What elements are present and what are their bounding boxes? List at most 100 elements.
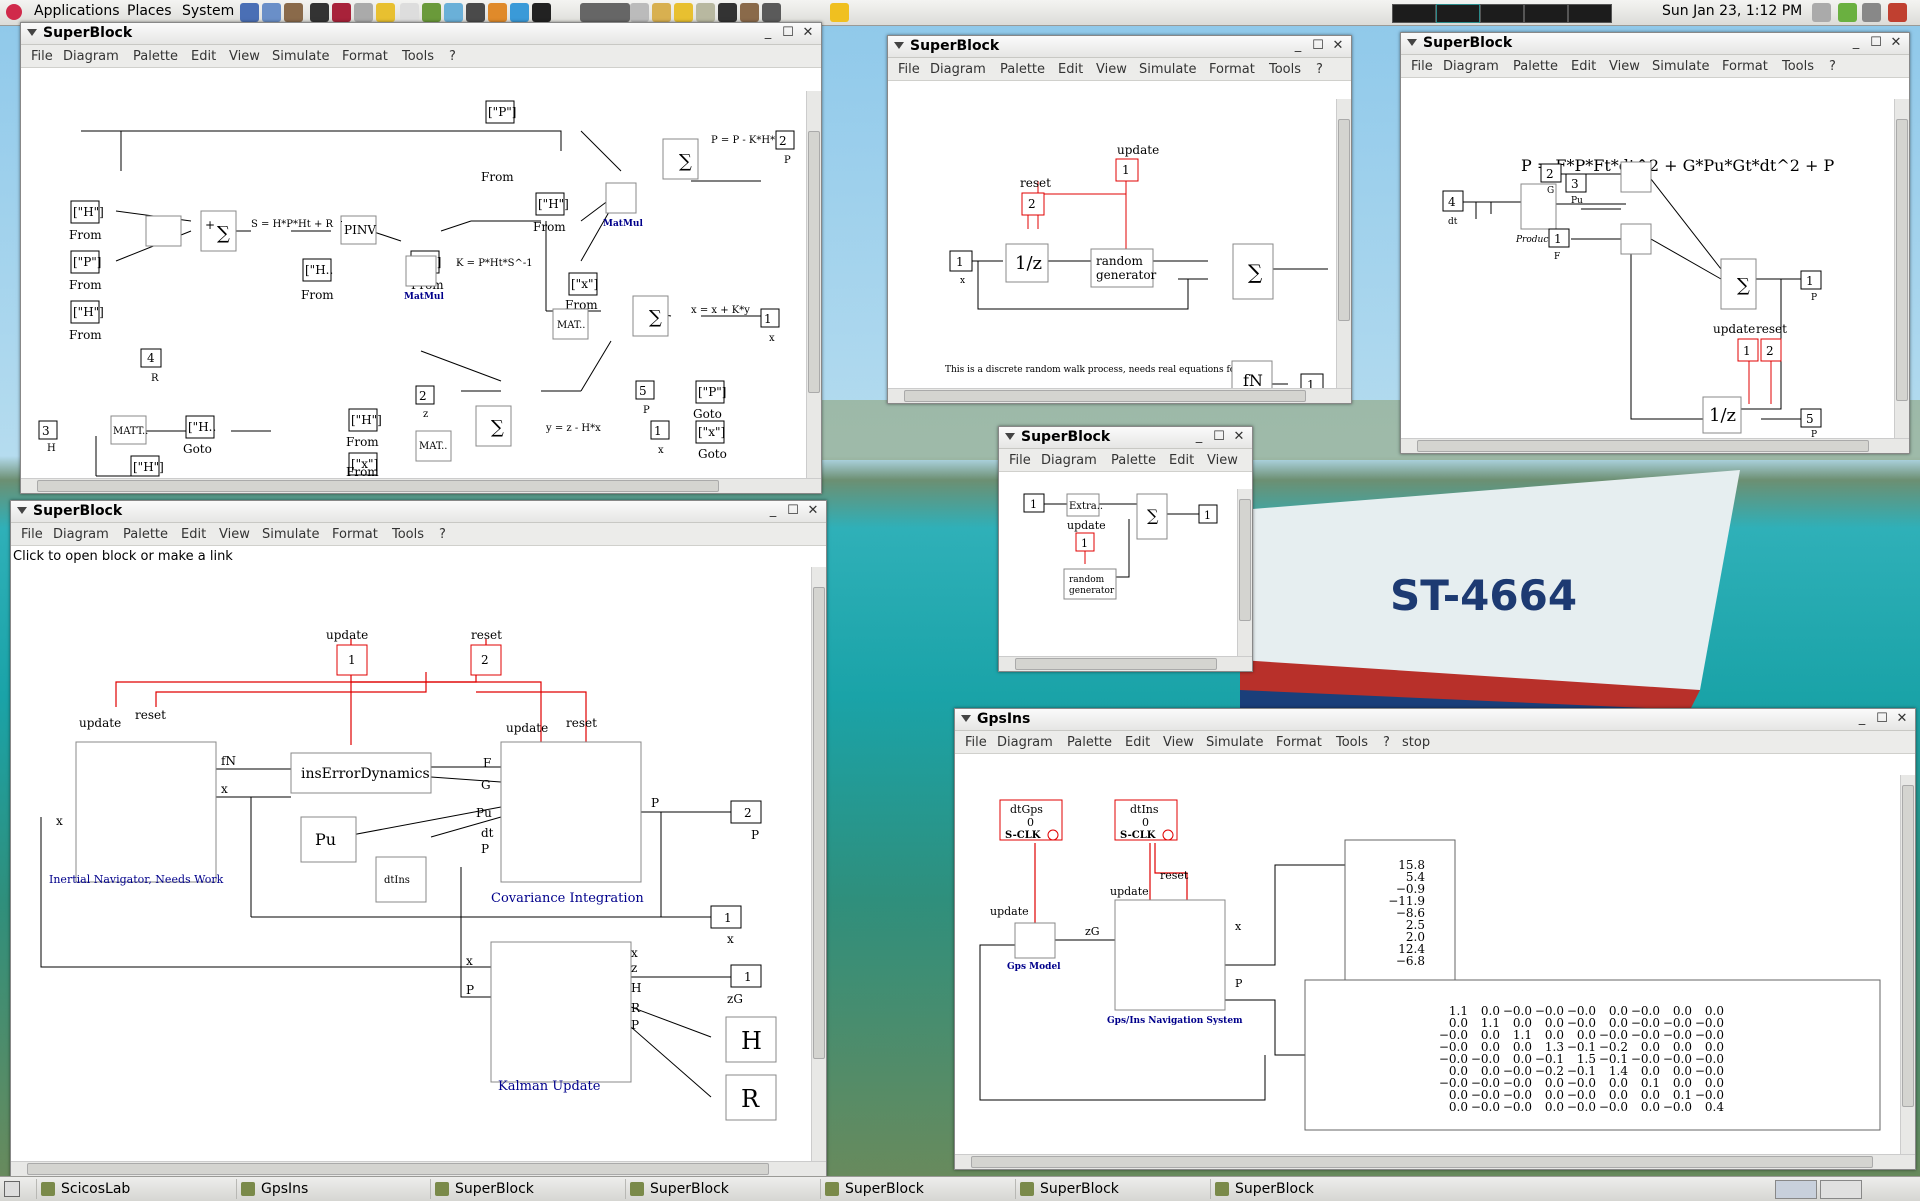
horizontal-scrollbar[interactable]	[999, 656, 1252, 671]
window-titlebar[interactable]: SuperBlock _ ☐ ✕	[1401, 33, 1909, 55]
close-icon[interactable]: ✕	[1232, 430, 1246, 444]
h-block[interactable]: H	[741, 1027, 762, 1055]
taskbar-item-superblock[interactable]: SuperBlock	[625, 1179, 830, 1199]
diagram-canvas[interactable]: 1 Extra.. ∑ 1 update 1 random generator	[999, 489, 1236, 657]
menu-edit[interactable]: Edit	[1169, 453, 1194, 468]
menu-tools[interactable]: Tools	[392, 527, 424, 542]
window-titlebar[interactable]: SuperBlock _ ☐ ✕	[999, 427, 1252, 449]
menu-edit[interactable]: Edit	[1571, 59, 1596, 74]
menu-tools[interactable]: Tools	[1336, 735, 1368, 750]
workspace-switcher[interactable]	[1820, 1180, 1862, 1199]
diagram-canvas[interactable]: update 1 reset 2 update reset Inertial N…	[11, 567, 811, 1161]
menu-palette[interactable]: Palette	[123, 527, 168, 542]
diagram-canvas[interactable]: ["H"] From ["P"] From ["H"] From + ∑ S =…	[21, 91, 805, 479]
g-in-port[interactable]: 2	[1546, 167, 1554, 181]
menu-help[interactable]: ?	[439, 527, 446, 542]
applications-menu[interactable]: Applications	[34, 3, 120, 19]
maximize-icon[interactable]: ☐	[781, 26, 795, 40]
delay-block[interactable]: 1/z	[1015, 253, 1042, 274]
update-port[interactable]: 1	[1122, 163, 1130, 177]
power-icon[interactable]	[1888, 3, 1907, 22]
p-in-port[interactable]: 5	[1806, 412, 1814, 426]
minimize-icon[interactable]: _	[1855, 712, 1869, 726]
launcher-icon[interactable]	[532, 3, 551, 22]
menu-format[interactable]: Format	[1722, 59, 1768, 74]
places-menu[interactable]: Places	[127, 3, 172, 19]
window-menu-icon[interactable]	[27, 29, 37, 36]
zg-in-port[interactable]: 1	[744, 970, 752, 984]
menu-edit[interactable]: Edit	[1058, 62, 1083, 77]
taskbar-item-superblock[interactable]: SuperBlock	[820, 1179, 1025, 1199]
menu-palette[interactable]: Palette	[133, 49, 178, 64]
launcher-icon[interactable]	[674, 3, 693, 22]
launcher-icon[interactable]	[284, 3, 303, 22]
launcher-icon[interactable]	[332, 3, 351, 22]
menu-help[interactable]: ?	[1383, 735, 1390, 750]
workspace-switcher[interactable]	[1775, 1180, 1817, 1199]
launcher-icon[interactable]	[422, 3, 441, 22]
window-titlebar[interactable]: GpsIns _ ☐ ✕	[955, 709, 1915, 731]
close-icon[interactable]: ✕	[806, 504, 820, 518]
vertical-scrollbar[interactable]	[1894, 99, 1909, 439]
menu-diagram[interactable]: Diagram	[997, 735, 1053, 750]
menu-help[interactable]: ?	[449, 49, 456, 64]
x-out-port[interactable]: 1	[724, 911, 732, 925]
menu-tools[interactable]: Tools	[402, 49, 434, 64]
menu-format[interactable]: Format	[1276, 735, 1322, 750]
p-out-port[interactable]: 1	[1806, 274, 1814, 288]
launcher-icon[interactable]	[630, 3, 649, 22]
reset-port[interactable]: 2	[1766, 344, 1774, 358]
window-titlebar[interactable]: SuperBlock _ ☐ ✕	[888, 36, 1351, 58]
minimize-icon[interactable]: _	[766, 504, 780, 518]
menu-diagram[interactable]: Diagram	[1443, 59, 1499, 74]
menu-palette[interactable]: Palette	[1513, 59, 1558, 74]
r-block[interactable]: R	[741, 1085, 760, 1113]
launcher-icon[interactable]	[652, 3, 671, 22]
minimize-icon[interactable]: _	[761, 26, 775, 40]
dtins-block[interactable]: dtIns	[384, 875, 410, 886]
launcher-icon[interactable]	[510, 3, 529, 22]
menu-simulate[interactable]: Simulate	[1139, 62, 1196, 77]
window-titlebar[interactable]: SuperBlock _ ☐ ✕	[21, 23, 821, 45]
close-icon[interactable]: ✕	[1889, 36, 1903, 50]
maximize-icon[interactable]: ☐	[1869, 36, 1883, 50]
menu-diagram[interactable]: Diagram	[930, 62, 986, 77]
vertical-scrollbar[interactable]	[806, 91, 821, 479]
menu-diagram[interactable]: Diagram	[53, 527, 109, 542]
window-menu-icon[interactable]	[894, 42, 904, 49]
menu-format[interactable]: Format	[1209, 62, 1255, 77]
menu-view[interactable]: View	[229, 49, 260, 64]
update-port[interactable]: 1	[348, 653, 356, 667]
matt-block[interactable]: MATT..	[113, 426, 148, 437]
launcher-icon[interactable]	[310, 3, 329, 22]
taskbar-item-scicoslab[interactable]: ScicosLab	[36, 1179, 241, 1199]
menu-view[interactable]: View	[1207, 453, 1238, 468]
menu-view[interactable]: View	[219, 527, 250, 542]
pu-block[interactable]: Pu	[315, 830, 336, 849]
extrapolate-block[interactable]: Extra..	[1069, 501, 1103, 512]
x-out-port[interactable]: 1	[764, 312, 772, 326]
matt-block[interactable]: MAT..	[557, 320, 585, 331]
menu-file[interactable]: File	[965, 735, 987, 750]
menu-file[interactable]: File	[1009, 453, 1031, 468]
diagram-canvas[interactable]: P = F*P*Ft*dt^2 + G*Pu*Gt*dt^2 + P 4 dt …	[1401, 99, 1893, 439]
menu-edit[interactable]: Edit	[1125, 735, 1150, 750]
menu-help[interactable]: ?	[1829, 59, 1836, 74]
maximize-icon[interactable]: ☐	[786, 504, 800, 518]
menu-view[interactable]: View	[1096, 62, 1127, 77]
close-icon[interactable]: ✕	[801, 26, 815, 40]
r-port[interactable]: 4	[147, 351, 155, 365]
menu-format[interactable]: Format	[332, 527, 378, 542]
window-menu-icon[interactable]	[1407, 39, 1417, 46]
close-icon[interactable]: ✕	[1331, 39, 1345, 53]
x-in-port[interactable]: 1	[654, 424, 662, 438]
delay-block[interactable]: 1/z	[1709, 405, 1736, 426]
reset-port[interactable]: 2	[481, 653, 489, 667]
menu-simulate[interactable]: Simulate	[272, 49, 329, 64]
taskbar-item-superblock[interactable]: SuperBlock	[430, 1179, 635, 1199]
window-menu-icon[interactable]	[17, 507, 27, 514]
menu-format[interactable]: Format	[342, 49, 388, 64]
taskbar-item-superblock[interactable]: SuperBlock	[1015, 1179, 1220, 1199]
in-port[interactable]: 1	[1030, 498, 1037, 511]
minimize-icon[interactable]: _	[1849, 36, 1863, 50]
